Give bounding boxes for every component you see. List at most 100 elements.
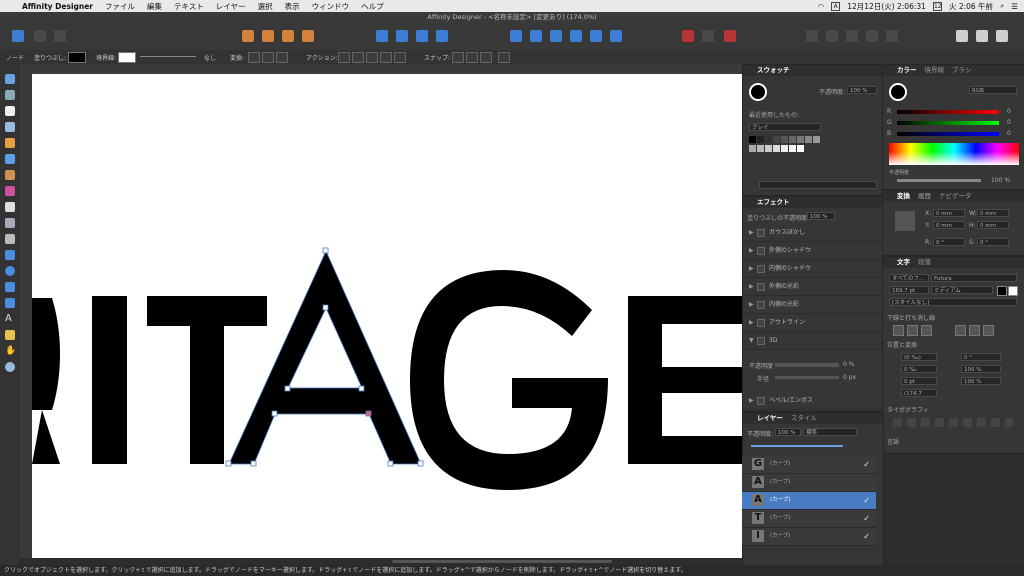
document-canvas[interactable] <box>32 74 742 558</box>
menu-view[interactable]: 表示 <box>285 1 300 12</box>
double-strike-icon[interactable] <box>969 325 980 336</box>
typography-buttons[interactable] <box>893 418 1013 427</box>
rotation-field[interactable]: 0 ° <box>933 238 965 246</box>
layer-row-a-selected[interactable]: A (カーブ) ✓ <box>742 492 876 510</box>
menu-edit[interactable]: 編集 <box>147 1 162 12</box>
quick-view-icon[interactable] <box>976 30 988 42</box>
align-bottom-icon[interactable] <box>610 30 622 42</box>
transform-tab[interactable]: 変換 <box>897 192 910 200</box>
swatch-gray-12[interactable] <box>773 145 780 152</box>
menu-text[interactable]: テキスト <box>174 1 204 12</box>
swatch-gray-2[interactable] <box>765 136 772 143</box>
snapping-manager-icon[interactable] <box>702 30 714 42</box>
arrange-bottom-icon[interactable] <box>302 30 314 42</box>
pen-tool-icon[interactable] <box>5 138 15 148</box>
menu-select[interactable]: 選択 <box>258 1 273 12</box>
blue-slider[interactable] <box>897 132 999 136</box>
snap-node-icon[interactable] <box>452 52 464 63</box>
assistant-icon[interactable] <box>956 30 968 42</box>
move-tool-icon[interactable] <box>5 74 15 84</box>
kerning-field[interactable]: (0 ‰) <box>901 353 937 361</box>
swatch-gray-1[interactable] <box>757 136 764 143</box>
tracking-field[interactable]: 0 ‰ <box>901 365 937 373</box>
boolean-intersect-icon[interactable] <box>846 30 858 42</box>
swatch-gray-14[interactable] <box>789 145 796 152</box>
menubar-clock[interactable]: 火 2:06 午前 <box>949 1 993 12</box>
layer-row-i[interactable]: I (カーブ) ✓ <box>742 528 876 546</box>
swatch-gray-5[interactable] <box>789 136 796 143</box>
layer-opacity-field[interactable]: 100 % <box>775 428 801 436</box>
pixel-persona-icon[interactable] <box>34 30 46 42</box>
baseline-field[interactable]: 0 pt <box>901 377 937 385</box>
close-curve-icon[interactable] <box>352 52 364 63</box>
position-title[interactable]: 位置と変換 <box>887 340 917 349</box>
leading-field[interactable]: (174.7 <box>901 389 937 397</box>
w-field[interactable]: 0 mm <box>977 209 1009 217</box>
swatch-gray-13[interactable] <box>781 145 788 152</box>
designer-persona-icon[interactable] <box>12 30 24 42</box>
hscale-field[interactable]: 100 % <box>961 365 1001 373</box>
navigator-tab[interactable]: ナビゲータ <box>939 192 972 200</box>
character-tab[interactable]: 文字 <box>897 258 910 266</box>
arrange-forward-icon[interactable] <box>262 30 274 42</box>
h-field[interactable]: 0 mm <box>977 221 1009 229</box>
boolean-divide-icon[interactable] <box>886 30 898 42</box>
wifi-icon[interactable]: ◠ <box>818 2 825 11</box>
brush-tool-icon[interactable] <box>5 170 15 180</box>
node-sharp-icon[interactable] <box>248 52 260 63</box>
vscale-field[interactable]: 100 % <box>961 377 1001 385</box>
language-title[interactable]: 言語 <box>887 437 899 446</box>
paragraph-tab[interactable]: 段落 <box>918 258 931 266</box>
brush-tab[interactable]: ブラシ <box>952 66 971 74</box>
swatch-gray-4[interactable] <box>781 136 788 143</box>
place-image-icon[interactable] <box>5 218 15 228</box>
stroke-width-slider[interactable] <box>140 56 196 57</box>
layers-tab[interactable]: レイヤー <box>757 414 783 422</box>
snap-handle-icon[interactable] <box>466 52 478 63</box>
font-collection-select[interactable]: すべてのフ... <box>889 274 929 282</box>
arrange-icon[interactable] <box>242 30 254 42</box>
text-stroke-swatch[interactable] <box>1008 286 1018 296</box>
palette-select[interactable]: グレイ <box>749 123 821 131</box>
fill-swatch[interactable] <box>68 52 86 63</box>
preferences-icon[interactable] <box>996 30 1008 42</box>
flip-vertical-icon[interactable] <box>396 30 408 42</box>
scroll-thumb[interactable] <box>392 560 612 563</box>
effect-outer-glow[interactable]: ▶ 外側の光彩 <box>743 278 883 296</box>
artwork[interactable] <box>32 74 742 558</box>
double-underline-icon[interactable] <box>907 325 918 336</box>
anchor-selector[interactable] <box>895 211 915 231</box>
swatch-search[interactable] <box>759 181 877 189</box>
x-field[interactable]: 0 mm <box>933 209 965 217</box>
color-picker-icon[interactable] <box>5 330 15 340</box>
font-family-select[interactable]: Futura <box>931 274 1017 282</box>
effect-outline[interactable]: ▶ アウトライン <box>743 314 883 332</box>
effect-radius-slider[interactable] <box>775 376 839 379</box>
menu-window[interactable]: ウィンドウ <box>312 1 350 12</box>
text-tool-icon[interactable]: A <box>5 314 15 324</box>
shape-tool-icon[interactable] <box>5 298 15 308</box>
node-smooth-icon[interactable] <box>262 52 274 63</box>
fill-color-well[interactable] <box>749 83 767 101</box>
y-field[interactable]: 0 mm <box>933 221 965 229</box>
horizontal-scrollbar[interactable] <box>32 558 742 565</box>
snap-mid-icon[interactable] <box>480 52 492 63</box>
blend-mode-select[interactable]: 標準 <box>803 428 857 436</box>
color-spectrum[interactable] <box>889 143 1019 165</box>
align-left-icon[interactable] <box>510 30 522 42</box>
snapping-grid-icon[interactable] <box>682 30 694 42</box>
spotlight-icon[interactable]: ⌕ <box>1000 1 1004 11</box>
underline-color-icon[interactable] <box>921 325 932 336</box>
swatch-gray-10[interactable] <box>757 145 764 152</box>
font-weight-select[interactable]: ミディアム <box>931 286 993 294</box>
swatch-gray-11[interactable] <box>765 145 772 152</box>
align-middle-icon[interactable] <box>590 30 602 42</box>
strike-color-icon[interactable] <box>983 325 994 336</box>
snapping-toggle-icon[interactable] <box>724 30 736 42</box>
font-size-field[interactable]: 169.7 pt <box>889 286 929 294</box>
menu-file[interactable]: ファイル <box>105 1 135 12</box>
export-persona-icon[interactable] <box>54 30 66 42</box>
snap-options-icon[interactable] <box>498 52 510 63</box>
swatches-tab[interactable]: スウォッチ <box>757 66 790 74</box>
color-opacity-value[interactable]: 100 % <box>991 177 1010 184</box>
